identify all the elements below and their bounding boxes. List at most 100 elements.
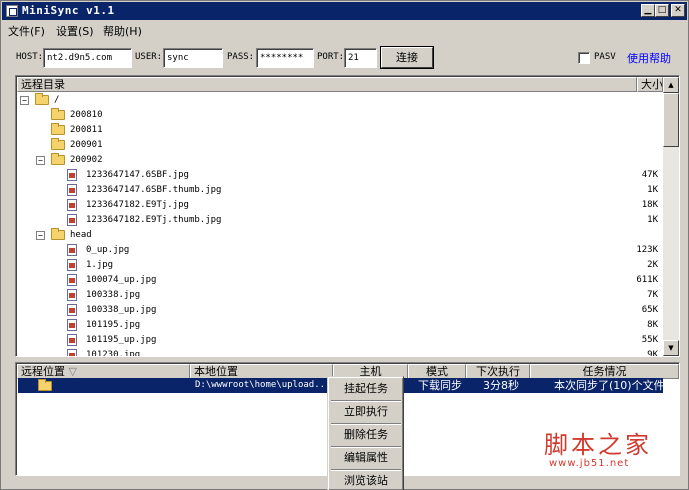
tree-item-size: 47K bbox=[641, 170, 658, 180]
image-file-icon bbox=[67, 199, 77, 211]
user-input[interactable]: sync bbox=[163, 48, 223, 68]
folder-icon bbox=[51, 138, 65, 150]
app-icon[interactable] bbox=[6, 5, 18, 17]
tree-item-size: 18K bbox=[641, 200, 658, 210]
folder-icon bbox=[51, 123, 65, 135]
host-label: HOST: bbox=[16, 52, 44, 62]
app-window: MiniSync v1.1 ▁ □ ✕ 文件(F) 设置(S) 帮助(H) HO… bbox=[0, 0, 689, 490]
tree-file-row[interactable]: 0_up.jpg 123K bbox=[18, 243, 662, 258]
tree-item-name: 200810 bbox=[70, 110, 103, 120]
window-title: MiniSync v1.1 bbox=[22, 4, 115, 17]
tree-item-name: 1233647182.E9Tj.jpg bbox=[86, 200, 189, 210]
tree-folder-row[interactable]: − head bbox=[18, 228, 662, 243]
column-header-task-status[interactable]: 任务情况 bbox=[530, 364, 679, 379]
column-header-local-location[interactable]: 本地位置 bbox=[190, 364, 333, 379]
sort-icon: ▽ bbox=[68, 365, 77, 378]
task-local-location: D:\wwwroot\home\upload... bbox=[195, 380, 331, 390]
host-input[interactable]: nt2.d9n5.com bbox=[43, 48, 132, 68]
task-mode: 下载同步 bbox=[418, 379, 462, 392]
column-header-mode[interactable]: 模式 bbox=[408, 364, 466, 379]
tree-item-name: 1.jpg bbox=[86, 260, 114, 270]
user-label: USER: bbox=[135, 52, 163, 62]
image-file-icon bbox=[67, 319, 77, 331]
tree-item-size: 65K bbox=[641, 305, 658, 315]
tree-item-name: 200811 bbox=[70, 125, 103, 135]
image-file-icon bbox=[67, 334, 77, 346]
tree-item-name: 1233647147.6SBF.thumb.jpg bbox=[86, 185, 222, 195]
remote-scrollbar[interactable]: ▲ ▼ bbox=[663, 77, 679, 356]
tree-file-row[interactable]: 101195_up.jpg 55K bbox=[18, 333, 662, 348]
image-file-icon bbox=[67, 169, 77, 181]
tree-file-row[interactable]: 1233647182.E9Tj.thumb.jpg 1K bbox=[18, 213, 662, 228]
tree-item-size: 9K bbox=[647, 350, 658, 357]
pasv-checkbox[interactable] bbox=[578, 52, 590, 64]
task-next-run: 3分8秒 bbox=[483, 379, 519, 392]
port-input[interactable]: 21 bbox=[344, 48, 377, 68]
tree-item-name: 0_up.jpg bbox=[86, 245, 130, 255]
column-header-next-run[interactable]: 下次执行 bbox=[466, 364, 530, 379]
remote-directory-pane: 远程目录 大小 −/ 200810 200811 200901 − 200902 12336… bbox=[15, 75, 680, 357]
tree-folder-row[interactable]: 200810 bbox=[18, 108, 662, 123]
tree-item-size: 1K bbox=[647, 185, 658, 195]
collapse-toggle-icon[interactable]: − bbox=[20, 96, 29, 105]
tree-file-row[interactable]: 1233647182.E9Tj.jpg 18K bbox=[18, 198, 662, 213]
tree-item-name: head bbox=[70, 230, 92, 240]
tree-item-size: 55K bbox=[641, 335, 658, 345]
tree-file-row[interactable]: 100074_up.jpg 611K bbox=[18, 273, 662, 288]
help-link[interactable]: 使用帮助 bbox=[627, 50, 671, 66]
collapse-toggle-icon[interactable]: − bbox=[36, 231, 45, 240]
minimize-button[interactable]: ▁ bbox=[641, 4, 655, 17]
menu-file[interactable]: 文件(F) bbox=[8, 23, 45, 39]
tree-file-row[interactable]: 101195.jpg 8K bbox=[18, 318, 662, 333]
scroll-down-button[interactable]: ▼ bbox=[663, 340, 679, 356]
tree-item-size: 123K bbox=[636, 245, 658, 255]
folder-icon bbox=[51, 108, 65, 120]
tree-item-size: 2K bbox=[647, 260, 658, 270]
menu-edit-properties[interactable]: 编辑属性 bbox=[331, 448, 401, 468]
column-header-remote-location[interactable]: 远程位置 ▽ bbox=[17, 364, 190, 379]
menu-help[interactable]: 帮助(H) bbox=[103, 23, 142, 39]
password-input[interactable]: ******** bbox=[256, 48, 314, 68]
image-file-icon bbox=[67, 244, 77, 256]
tree-folder-row[interactable]: − 200902 bbox=[18, 153, 662, 168]
close-button[interactable]: ✕ bbox=[671, 4, 685, 17]
tree-folder-row[interactable]: − / bbox=[18, 93, 662, 108]
image-file-icon bbox=[67, 349, 77, 356]
maximize-button[interactable]: □ bbox=[655, 4, 669, 17]
tree-item-name: 101230.jpg bbox=[86, 350, 141, 357]
tree-file-row[interactable]: 1233647147.6SBF.thumb.jpg 1K bbox=[18, 183, 662, 198]
tree-item-size: 8K bbox=[647, 320, 658, 330]
tree-item-name: 100338.jpg bbox=[86, 290, 141, 300]
column-header-size[interactable]: 大小 bbox=[637, 77, 663, 92]
menu-bar: 文件(F) 设置(S) 帮助(H) bbox=[2, 21, 687, 38]
menu-suspend-task[interactable]: 挂起任务 bbox=[331, 379, 401, 399]
image-file-icon bbox=[67, 184, 77, 196]
tree-folder-row[interactable]: 200901 bbox=[18, 138, 662, 153]
menu-browse-site[interactable]: 浏览该站 bbox=[331, 471, 401, 490]
menu-delete-task[interactable]: 删除任务 bbox=[331, 425, 401, 445]
tree-item-name: 200902 bbox=[70, 155, 103, 165]
tree-file-row[interactable]: 100338.jpg 7K bbox=[18, 288, 662, 303]
tree-file-row[interactable]: 101230.jpg 9K bbox=[18, 348, 662, 357]
image-file-icon bbox=[67, 274, 77, 286]
tree-folder-row[interactable]: 200811 bbox=[18, 123, 662, 138]
scroll-up-button[interactable]: ▲ bbox=[663, 77, 679, 93]
scroll-thumb[interactable] bbox=[663, 93, 679, 147]
folder-icon bbox=[38, 379, 52, 391]
tree-file-row[interactable]: 1.jpg 2K bbox=[18, 258, 662, 273]
image-file-icon bbox=[67, 259, 77, 271]
image-file-icon bbox=[67, 289, 77, 301]
tree-item-name: 1233647182.E9Tj.thumb.jpg bbox=[86, 215, 222, 225]
tree-item-name: 100074_up.jpg bbox=[86, 275, 157, 285]
menu-run-now[interactable]: 立即执行 bbox=[331, 402, 401, 422]
title-bar[interactable]: MiniSync v1.1 ▁ □ ✕ bbox=[2, 2, 687, 20]
tree-file-row[interactable]: 100338_up.jpg 65K bbox=[18, 303, 662, 318]
tree-file-row[interactable]: 1233647147.6SBF.jpg 47K bbox=[18, 168, 662, 183]
pass-label: PASS: bbox=[227, 52, 255, 62]
folder-icon bbox=[35, 93, 49, 105]
connect-button[interactable]: 连接 bbox=[381, 47, 433, 68]
menu-settings[interactable]: 设置(S) bbox=[56, 23, 94, 39]
image-file-icon bbox=[67, 214, 77, 226]
collapse-toggle-icon[interactable]: − bbox=[36, 156, 45, 165]
column-header-remote-dir[interactable]: 远程目录 bbox=[17, 77, 637, 92]
